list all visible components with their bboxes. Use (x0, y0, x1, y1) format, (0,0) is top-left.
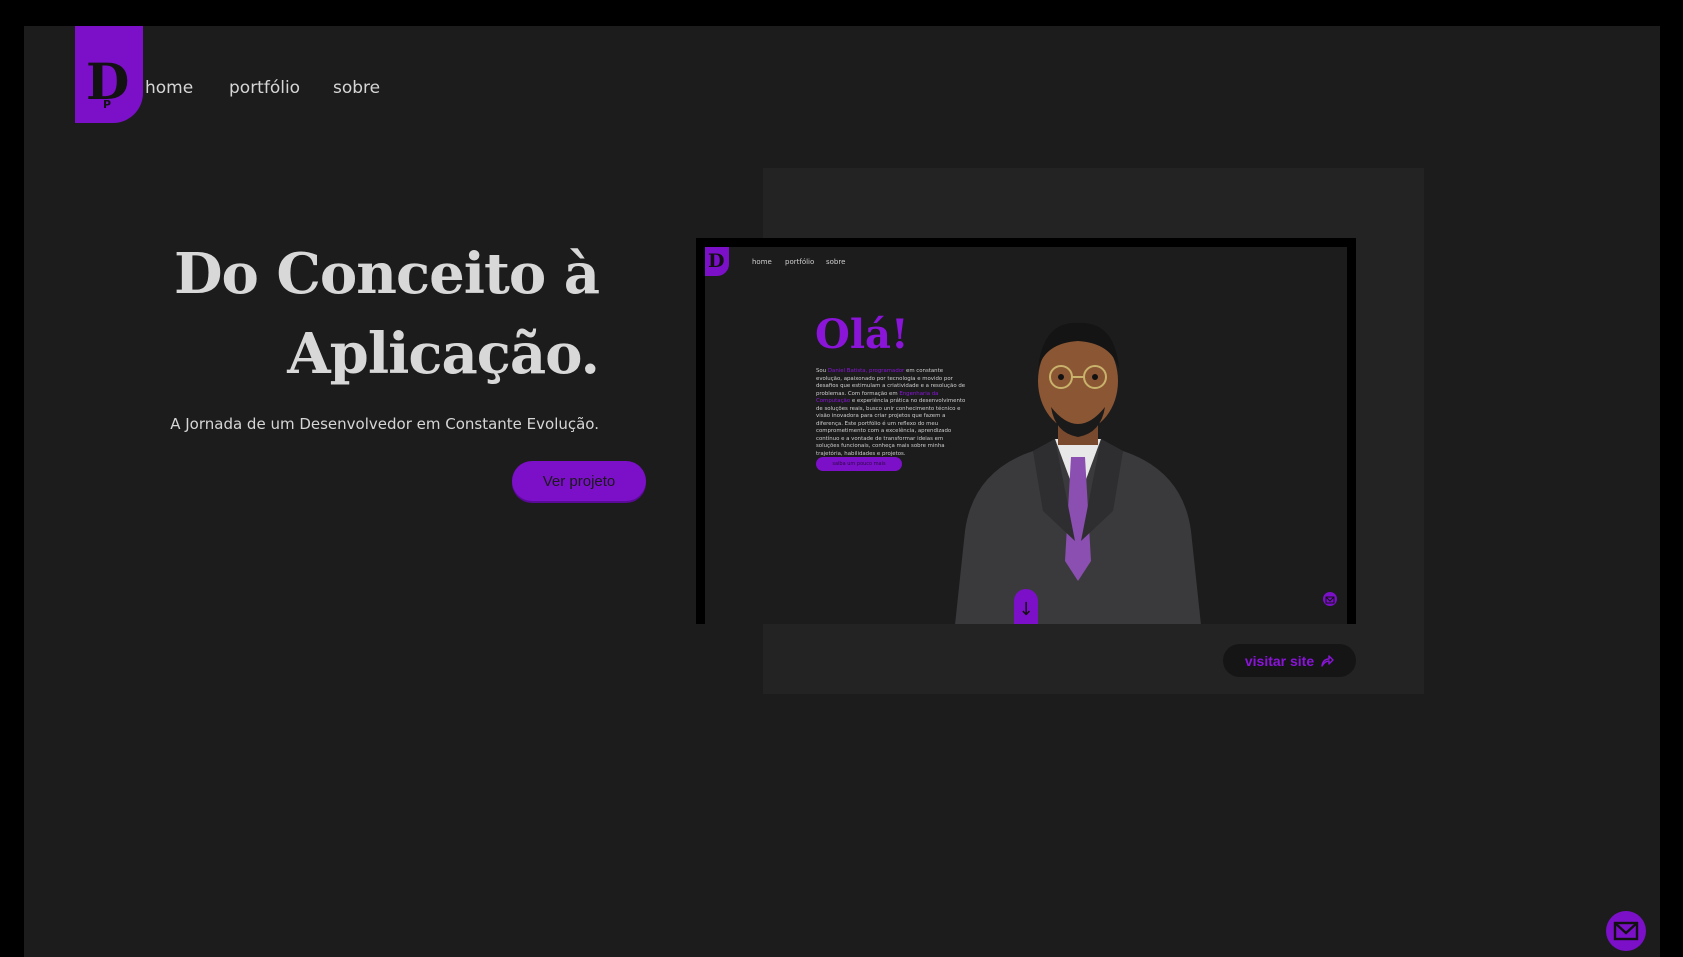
hero-title: Do Conceito à Aplicação. (0, 234, 600, 394)
nav-home[interactable]: home (145, 78, 193, 98)
logo-small-letter: P (103, 98, 112, 111)
preview-more-button: saiba um pouco mais (816, 457, 902, 471)
nav-portfolio[interactable]: portfólio (229, 78, 300, 98)
preview-nav-sobre: sobre (826, 258, 846, 266)
arrow-down-icon: ↓ (1018, 599, 1034, 620)
avatar-illustration (955, 322, 1201, 624)
preview-intro-prefix: Sou (816, 368, 827, 374)
preview-formation-prefix: Com formação em (847, 390, 898, 397)
preview-logo: D (705, 247, 729, 276)
preview-page: D home portfólio sobre Olá! Sou Daniel B… (705, 247, 1347, 624)
preview-intro-name: Daniel Batista, programador (827, 368, 905, 374)
visitar-site-button[interactable]: visitar site (1223, 644, 1356, 677)
preview-title: Olá! (815, 311, 909, 358)
ver-projeto-button[interactable]: Ver projeto (512, 461, 646, 501)
share-arrow-icon (1321, 654, 1334, 667)
nav-sobre[interactable]: sobre (333, 78, 380, 98)
contact-fab[interactable] (1606, 911, 1646, 951)
hero-title-line1: Do Conceito à (173, 241, 600, 307)
hero-title-line2: Aplicação. (287, 321, 600, 387)
visitar-site-label: visitar site (1244, 652, 1315, 669)
preview-scroll-button: ↓ (1014, 589, 1038, 624)
preview-nav-home: home (752, 258, 772, 266)
preview-envelope-icon (1323, 592, 1337, 606)
preview-logo-letter: D (708, 250, 725, 272)
preview-nav-portfolio: portfólio (785, 258, 815, 266)
project-preview[interactable]: D home portfólio sobre Olá! Sou Daniel B… (696, 238, 1356, 624)
page: D P home portfólio sobre Do Conceito à A… (24, 26, 1660, 957)
logo[interactable]: D P (75, 26, 143, 123)
hero-subtitle: A Jornada de um Desenvolvedor em Constan… (170, 415, 599, 433)
envelope-icon (1613, 921, 1639, 941)
